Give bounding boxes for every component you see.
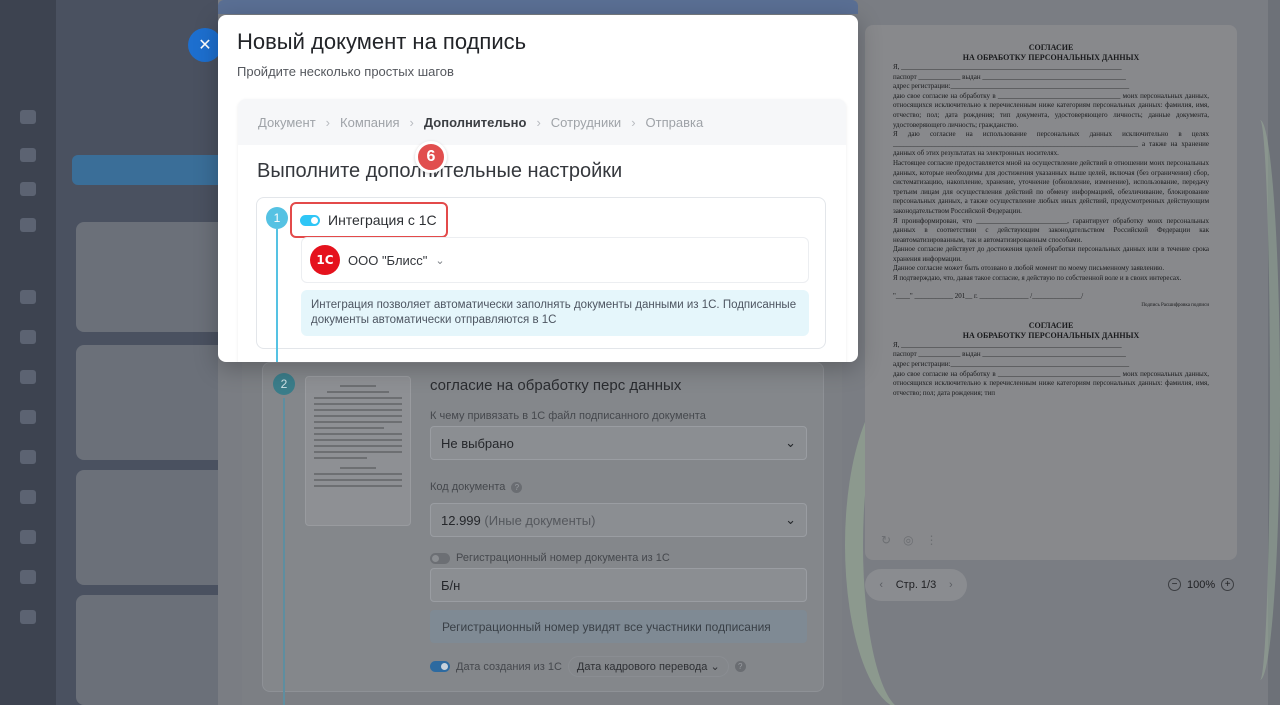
wizard-step-send[interactable]: Отправка <box>646 115 704 130</box>
integration-1c-toggle[interactable] <box>300 214 320 226</box>
chevron-down-icon: ⌄ <box>435 254 445 267</box>
next-page-button[interactable]: › <box>949 579 953 591</box>
bind-select[interactable]: Не выбрано ⌄ <box>430 426 807 460</box>
help-icon[interactable]: ? <box>734 661 746 672</box>
zoom-out-button[interactable]: − <box>1168 578 1181 591</box>
decorative-arc <box>1240 120 1280 680</box>
integration-1c-toggle-row[interactable]: Интеграция с 1С <box>290 202 448 238</box>
rail-icon <box>20 450 36 464</box>
rail-icon <box>20 370 36 384</box>
wizard-step-additional[interactable]: Дополнительно <box>424 115 527 130</box>
rail-icon <box>20 330 36 344</box>
wizard-panel: Документ › Компания › Дополнительно › Со… <box>238 99 846 362</box>
reg-number-toggle-row: Регистрационный номер документа из 1С <box>430 552 670 564</box>
company-1c-select[interactable]: 1С ООО "Блисс" ⌄ <box>301 237 809 283</box>
zoom-level: 100% <box>1187 578 1216 591</box>
background-blue-button <box>72 155 227 185</box>
document-thumbnail[interactable] <box>305 376 411 526</box>
chevron-right-icon: › <box>409 114 414 130</box>
rail-icon <box>20 110 36 124</box>
rail-icon <box>20 182 36 196</box>
code-field-label: Код документа? <box>430 481 523 493</box>
document-code-select[interactable]: 12.999 (Иные документы) ⌄ <box>430 503 807 537</box>
background-left-rail <box>0 0 56 705</box>
rail-icon <box>20 148 36 162</box>
rail-icon <box>20 530 36 544</box>
close-slider-button[interactable]: ✕ <box>188 28 222 62</box>
step-connector-line <box>283 398 285 705</box>
chevron-right-icon: › <box>536 114 541 130</box>
background-card <box>76 595 226 705</box>
date-source-select[interactable]: Дата кадрового перевода ⌄ <box>567 656 729 677</box>
background-card <box>76 222 226 332</box>
prev-page-button[interactable]: ‹ <box>879 579 883 591</box>
chevron-down-icon: ⌄ <box>785 435 796 450</box>
wizard-step-company[interactable]: Компания <box>340 115 400 130</box>
chevron-right-icon: › <box>325 114 331 130</box>
integration-info: Интеграция позволяет автоматически запол… <box>301 290 809 336</box>
rail-icon <box>20 410 36 424</box>
rail-icon <box>20 570 36 584</box>
modal-title: Новый документ на подпись <box>237 29 527 54</box>
wizard-step-employees[interactable]: Сотрудники <box>551 115 621 130</box>
rail-icon <box>20 490 36 504</box>
company-name: ООО "Блисс" <box>348 252 428 268</box>
creation-date-toggle[interactable] <box>430 661 450 672</box>
integration-1c-label: Интеграция с 1С <box>328 212 437 228</box>
background-card <box>76 470 226 585</box>
creation-date-row: Дата создания из 1С Дата кадрового перев… <box>430 656 746 677</box>
wizard-step-document[interactable]: Документ <box>258 115 316 130</box>
chevron-down-icon: ⌄ <box>785 512 796 527</box>
reg-number-input[interactable]: Б/н <box>430 568 807 602</box>
rotate-icon[interactable]: ↻ <box>881 535 891 547</box>
step-number-2: 2 <box>273 373 295 395</box>
new-document-modal: Новый документ на подпись Пройдите неско… <box>218 15 858 362</box>
reg-number-toggle[interactable] <box>430 552 450 564</box>
zoom-in-button[interactable]: + <box>1221 578 1235 591</box>
wizard-steps: Документ › Компания › Дополнительно › Со… <box>238 99 846 145</box>
page-navigator: ‹ Стр. 1/3 › <box>865 569 967 601</box>
document-title: согласие на обработку перс данных <box>430 377 682 394</box>
step-connector-line <box>276 229 278 362</box>
zoom-control: − 100% + <box>1168 578 1235 591</box>
preview-toolbar: ↻ ◎ ⋮ <box>881 535 938 547</box>
modal-subtitle: Пройдите несколько простых шагов <box>237 64 454 79</box>
chevron-right-icon: › <box>631 114 636 130</box>
bind-field-label: К чему привязать в 1С файл подписанного … <box>430 410 706 422</box>
close-icon: ✕ <box>198 37 212 54</box>
document-preview: СОГЛАСИЕ НА ОБРАБОТКУ ПЕРСОНАЛЬНЫХ ДАННЫ… <box>865 25 1237 560</box>
background-card <box>76 345 226 460</box>
camera-icon[interactable]: ◎ <box>903 535 913 547</box>
callout-badge: 6 <box>415 141 447 173</box>
help-icon[interactable]: ? <box>511 481 523 493</box>
reg-number-info: Регистрационный номер увидят все участни… <box>430 610 807 643</box>
rail-icon <box>20 218 36 232</box>
step-number-1: 1 <box>266 207 288 229</box>
rail-icon <box>20 290 36 304</box>
1c-logo-icon: 1С <box>310 245 340 275</box>
more-icon[interactable]: ⋮ <box>926 535 938 547</box>
slider-top-strip <box>218 0 858 14</box>
page-indicator: Стр. 1/3 <box>895 579 937 591</box>
rail-icon <box>20 610 36 624</box>
